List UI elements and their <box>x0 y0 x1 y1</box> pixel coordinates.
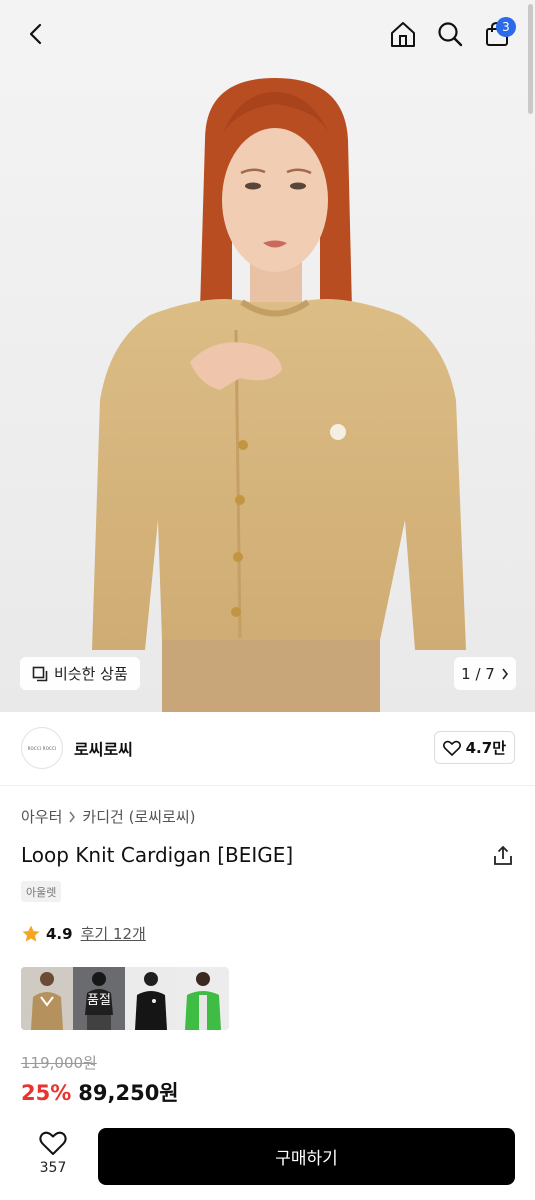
soldout-label: 품절 <box>73 967 125 1030</box>
top-navigation-bar <box>0 0 535 70</box>
rating-score: 4.9 <box>46 924 73 943</box>
breadcrumb-child[interactable]: 카디건 (로씨로씨) <box>82 806 195 827</box>
brand-row[interactable]: ROCCI ROCCI 로씨로씨 4.7만 <box>0 712 535 786</box>
model-photo <box>0 0 535 712</box>
product-title: Loop Knit Cardigan [BEIGE] <box>21 843 294 867</box>
brand-logo[interactable]: ROCCI ROCCI <box>21 727 63 769</box>
wishlist-count: 357 <box>39 1160 67 1176</box>
similar-products-label: 비슷한 상품 <box>54 665 128 683</box>
heart-icon <box>39 1131 67 1155</box>
outlet-tag: 아울렛 <box>21 881 62 902</box>
image-counter-button[interactable]: 1 / 7 <box>454 657 516 690</box>
wishlist-button[interactable]: 357 <box>30 1130 76 1184</box>
product-image[interactable] <box>0 0 535 712</box>
review-photo[interactable] <box>177 967 229 1030</box>
chevron-right-icon <box>69 811 76 822</box>
heart-icon <box>442 740 461 756</box>
page-scrollbar[interactable] <box>528 4 533 114</box>
similar-icon <box>32 666 48 681</box>
share-icon[interactable] <box>491 844 515 868</box>
review-photo-strip[interactable]: 품절 <box>21 967 229 1030</box>
review-photo[interactable] <box>21 967 73 1030</box>
brand-like-button[interactable]: 4.7만 <box>433 731 515 764</box>
buy-button[interactable]: 구매하기 <box>98 1128 515 1185</box>
brand-name[interactable]: 로씨로씨 <box>74 736 133 760</box>
rating-row[interactable]: 4.9 후기 12개 <box>21 923 146 944</box>
breadcrumb: 아우터 카디건 (로씨로씨) <box>21 806 195 827</box>
breadcrumb-parent[interactable]: 아우터 <box>21 806 62 827</box>
star-icon <box>22 925 40 942</box>
image-counter: 1 / 7 <box>461 664 495 683</box>
review-photo[interactable] <box>125 967 177 1030</box>
review-photo[interactable]: 품절 <box>73 967 125 1030</box>
brand-like-count: 4.7만 <box>465 739 506 757</box>
sale-price: 89,250원 <box>78 1081 179 1105</box>
cart-count-badge: 3 <box>496 17 516 37</box>
bottom-action-bar: 357 구매하기 <box>0 1112 535 1200</box>
original-price: 119,000원 <box>21 1054 97 1072</box>
home-icon[interactable] <box>387 18 419 50</box>
similar-products-button[interactable]: 비슷한 상품 <box>20 657 140 690</box>
discount-rate: 25% <box>21 1081 72 1105</box>
back-icon[interactable] <box>20 18 52 50</box>
chevron-right-icon <box>502 668 508 679</box>
search-icon[interactable] <box>434 18 466 50</box>
review-count-link[interactable]: 후기 12개 <box>81 923 146 944</box>
price-row: 25% 89,250원 <box>21 1077 179 1107</box>
